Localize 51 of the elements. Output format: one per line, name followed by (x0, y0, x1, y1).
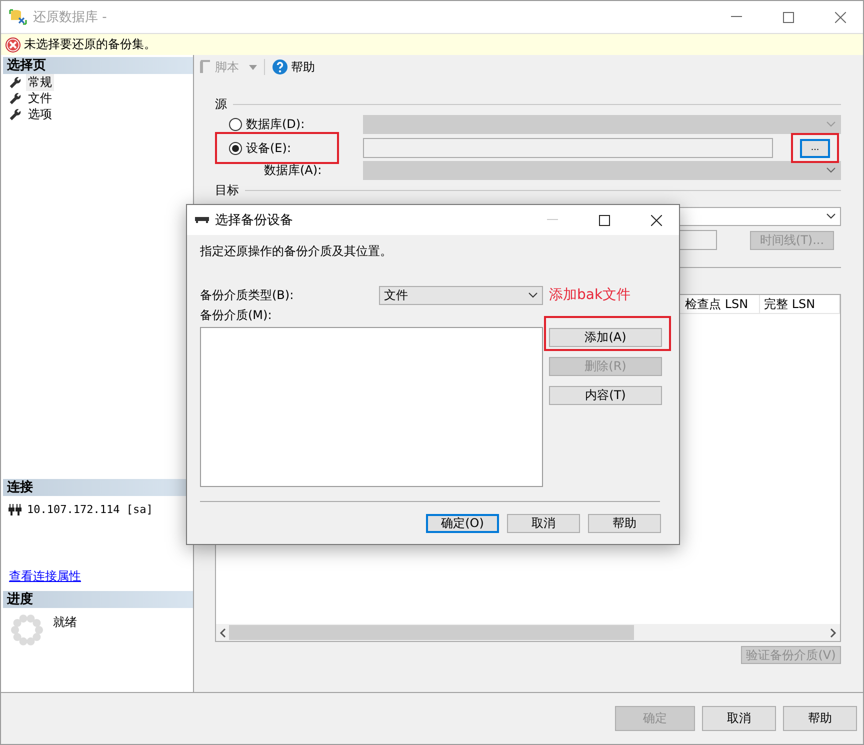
media-type-value: 文件 (384, 286, 408, 304)
dialog-description: 指定还原操作的备份介质及其位置。 (200, 243, 393, 260)
section-title: 目标 (215, 182, 239, 198)
media-type-combo[interactable]: 文件 (379, 286, 543, 304)
tape-drive-icon (195, 217, 209, 223)
close-icon[interactable] (650, 214, 662, 226)
database-label: 数据库(A): (263, 162, 323, 178)
dialog-title: 选择备份设备 (215, 212, 294, 229)
wrench-icon (9, 76, 22, 88)
script-icon (198, 59, 212, 75)
wrench-icon (9, 92, 22, 104)
minimize-icon[interactable] (730, 16, 742, 18)
window-title: 还原数据库 - (33, 9, 108, 26)
media-button[interactable]: 添加(A) (549, 328, 662, 347)
media-type-label: 备份介质类型(B): (200, 286, 295, 304)
database-restore-icon (9, 8, 27, 26)
dialog-button[interactable]: 确定(O) (426, 514, 499, 533)
wrench-icon (9, 108, 22, 120)
device-field[interactable] (363, 138, 773, 158)
plug-icon (7, 502, 23, 516)
footer-button[interactable]: 取消 (702, 706, 776, 731)
connection-properties-link[interactable]: 查看连接属性 (9, 568, 193, 585)
column-header[interactable]: 完整 LSN (760, 295, 840, 313)
footer-button[interactable]: 帮助 (783, 706, 857, 731)
scrollbar-thumb[interactable] (229, 625, 634, 640)
browse-button[interactable]: ... (800, 138, 830, 158)
spinner-icon (11, 614, 43, 646)
error-icon (5, 36, 21, 52)
media-button[interactable]: 内容(T) (549, 386, 662, 405)
radio-option[interactable]: 数据库(D): (229, 116, 369, 132)
connection-server: 10.107.172.114 [sa] (27, 502, 153, 516)
scroll-left-icon[interactable] (219, 628, 227, 638)
page-item[interactable]: 文件 (26, 90, 54, 106)
maximize-icon[interactable] (598, 214, 610, 226)
help-button[interactable]: 帮助 (272, 58, 315, 76)
section-title: 源 (215, 96, 227, 112)
column-header[interactable]: 检查点 LSN (681, 295, 760, 313)
help-icon (272, 59, 288, 75)
dialog-button[interactable]: 帮助 (588, 514, 661, 533)
section-header: 选择页 (3, 57, 193, 74)
page-item[interactable]: 选项 (26, 106, 54, 122)
media-list-label: 备份介质(M): (200, 307, 273, 324)
error-message: 未选择要还原的备份集。 (24, 36, 156, 53)
section-header: 进度 (3, 591, 193, 608)
scroll-right-icon[interactable] (829, 628, 837, 638)
annotation-note: 添加bak文件 (549, 286, 631, 304)
radio-option[interactable]: 设备(E): (229, 140, 369, 156)
progress-status: 就绪 (53, 614, 77, 631)
dialog-button[interactable]: 取消 (507, 514, 580, 533)
page-item[interactable]: 常规 (26, 74, 54, 90)
dropdown-caret-icon[interactable] (249, 64, 257, 70)
